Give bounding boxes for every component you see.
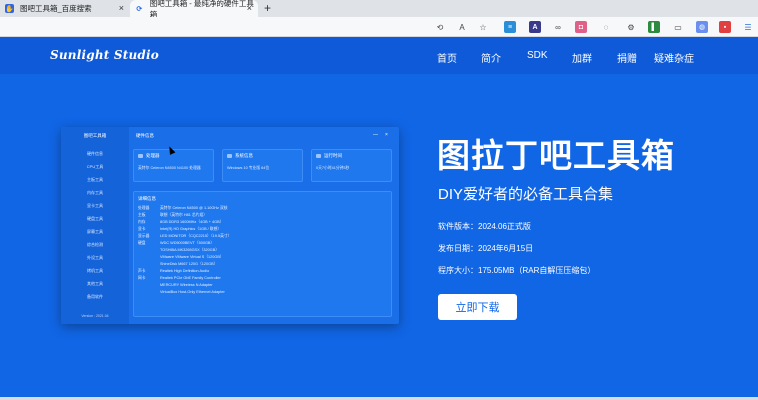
nav-home[interactable]: 首页 — [437, 50, 457, 65]
extension-icon[interactable]: A — [529, 21, 541, 33]
mock-minimize-icon: — — [373, 132, 378, 138]
mock-detail-row: 硬盘 WDC WD5000BEVT（500GB） — [138, 241, 215, 245]
link-icon[interactable]: ∞ — [552, 21, 564, 33]
extension-icon[interactable]: ▭ — [672, 21, 684, 33]
mock-card-body: 0天7小时41分钟3秒 — [316, 166, 350, 170]
extension-icon[interactable]: ▪ — [719, 21, 731, 33]
browser-tab-active[interactable]: ⟳ 图吧工具箱 - 最纯净的硬件工具箱 × — [130, 0, 258, 19]
mock-menu-item: 综合检测 — [87, 242, 103, 247]
browser-tab-baidu[interactable]: ✋ 图吧工具箱_百度搜索 × — [0, 0, 130, 17]
hero-title: 图拉丁吧工具箱 — [437, 137, 675, 174]
mock-detail-row: ShineDisk M667 120G（120GB） — [160, 262, 218, 266]
mock-card-body: 英特尔 Celeron N4500 N4100 处理器 — [138, 166, 201, 170]
nav-sdk[interactable]: SDK — [527, 50, 548, 61]
mock-detail-row: MERCURY Wireless N Adapter — [160, 283, 213, 287]
extension-icon[interactable]: ≡ — [504, 21, 516, 33]
mock-card-cpu: 处理器 英特尔 Celeron N4500 N4100 处理器 — [133, 149, 214, 182]
cpu-icon — [138, 154, 143, 158]
tab-strip: ✋ 图吧工具箱_百度搜索 × ⟳ 图吧工具箱 - 最纯净的硬件工具箱 × + — [0, 0, 758, 19]
release-date: 发布日期：2024年6月15日 — [438, 244, 534, 253]
hero-subtitle: DIY爱好者的必备工具合集 — [438, 186, 614, 203]
mock-app-title: 图吧工具箱 — [83, 133, 107, 138]
site-logo[interactable]: Sunlight Studio — [50, 48, 159, 62]
close-tab-icon[interactable]: × — [247, 3, 252, 13]
mock-card-system: 系统信息 Windows 10 专业版 64位 — [222, 149, 303, 182]
mock-detail-row: 网卡 Realtek PCIe GbE Family Controller — [138, 276, 221, 280]
mock-detail-title: 详细信息 — [138, 196, 156, 201]
nav-donate[interactable]: 捐赠 — [617, 50, 637, 65]
mock-menu-item: 烤机工具 — [87, 268, 103, 273]
software-version: 软件版本：2024.06正式版 — [438, 222, 531, 231]
mock-card-title: 运行时间 — [324, 153, 342, 158]
mock-card-title: 系统信息 — [235, 153, 253, 158]
extension-icon[interactable]: ☰ — [742, 21, 754, 33]
program-size: 程序大小：175.05MB（RAR自解压压缩包） — [438, 266, 596, 275]
mock-detail-row: 内存 8GB DDR3 1600MHz（4GB + 4GB） — [138, 220, 224, 224]
mock-menu-item: 主板工具 — [87, 177, 103, 182]
extension-icon[interactable]: ⚙ — [625, 21, 637, 33]
nav-faq[interactable]: 疑难杂症 — [654, 50, 694, 65]
app-screenshot: 图吧工具箱 硬件信息 CPU工具 主板工具 内存工具 显卡工具 硬盘工具 屏幕工… — [61, 127, 399, 324]
mock-card-title: 处理器 — [146, 153, 160, 158]
browser-toolbar: ⟲ A ☆ ≡ A ∞ ◘ ◌ ⚙ ▌ ▭ ◍ ▪ ☰ — [0, 17, 758, 37]
mock-menu-item: 备用软件 — [87, 294, 103, 299]
extension-icon[interactable]: ◌ — [600, 21, 612, 33]
mock-close-icon: × — [385, 132, 388, 138]
baidu-icon: ✋ — [5, 4, 14, 13]
mock-detail-row: 显卡 Intel(R) HD Graphics（1GB / 联想） — [138, 227, 222, 231]
extension-icon[interactable]: ◘ — [575, 21, 587, 33]
translate-icon[interactable]: ⟲ — [434, 21, 446, 33]
mock-card-uptime: 运行时间 0天7小时41分钟3秒 — [311, 149, 392, 182]
mock-menu-item: 内存工具 — [87, 190, 103, 195]
site-navbar: Sunlight Studio 首页 简介 SDK 加群 捐赠 疑难杂症 — [0, 37, 758, 74]
extension-icon[interactable]: ◍ — [696, 21, 708, 33]
windows-icon — [227, 154, 232, 158]
mock-detail-row: 显示器 LED MONITOR（CQC2215）（19.5英寸） — [138, 234, 232, 238]
mock-menu-item: CPU工具 — [86, 164, 104, 169]
mock-detail-row: VirtualBox Host-Only Ethernet Adapter — [160, 290, 225, 294]
mock-detail-row: VMware VMware Virtual S（120GB） — [160, 255, 224, 259]
mock-detail-row: 主板 联想（英特尔 H81 芯片组） — [138, 213, 208, 217]
nav-join-group[interactable]: 加群 — [572, 50, 592, 65]
web-page: Sunlight Studio 首页 简介 SDK 加群 捐赠 疑难杂症 图吧工… — [0, 37, 758, 400]
mock-detail-panel: 详细信息 处理器 英特尔 Celeron N4500 @ 1.10GHz 双核 主… — [133, 191, 392, 317]
mock-menu-item: 屏幕工具 — [87, 229, 103, 234]
mock-detail-row: 声卡 Realtek High Definition Audio — [138, 269, 210, 273]
tab-title: 图吧工具箱_百度搜索 — [20, 4, 92, 13]
site-icon: ⟳ — [136, 5, 143, 13]
favorite-icon[interactable]: ☆ — [477, 21, 489, 33]
mock-window-title: 硬件信息 — [136, 133, 154, 138]
mock-menu-item: 外设工具 — [87, 255, 103, 260]
nav-intro[interactable]: 简介 — [481, 50, 501, 65]
read-aloud-icon[interactable]: A — [456, 21, 468, 33]
clock-icon — [316, 154, 321, 158]
close-tab-icon[interactable]: × — [119, 3, 124, 13]
mock-sidebar: 图吧工具箱 硬件信息 CPU工具 主板工具 内存工具 显卡工具 硬盘工具 屏幕工… — [61, 127, 129, 324]
mock-card-body: Windows 10 专业版 64位 — [227, 166, 270, 170]
mock-detail-row: TOSHIBA MK3265GSX（320GB） — [160, 248, 220, 252]
mock-version: Version : 2021.04 — [81, 314, 109, 318]
download-button[interactable]: 立即下载 — [438, 294, 517, 320]
mock-menu-item: 显卡工具 — [87, 203, 103, 208]
mock-menu-item: 其他工具 — [87, 281, 103, 286]
new-tab-button[interactable]: + — [264, 1, 271, 15]
mock-menu-item: 硬件信息 — [87, 151, 103, 156]
mock-menu-item: 硬盘工具 — [87, 216, 103, 221]
extension-icon[interactable]: ▌ — [648, 21, 660, 33]
mock-detail-row: 处理器 英特尔 Celeron N4500 @ 1.10GHz 双核 — [138, 206, 228, 210]
